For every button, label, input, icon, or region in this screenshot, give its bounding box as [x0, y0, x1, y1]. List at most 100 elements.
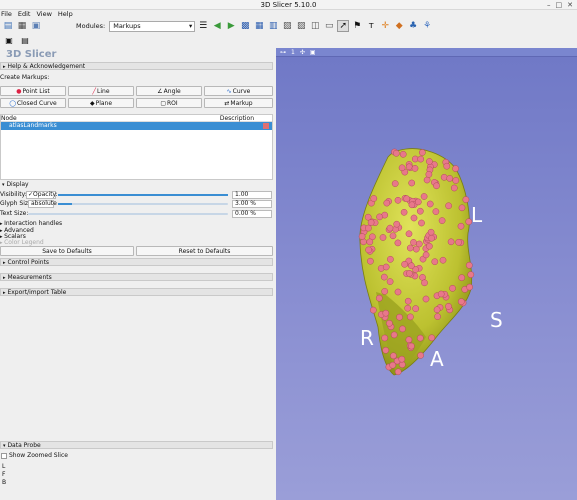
pin-icon[interactable]: ⊶ [280, 48, 286, 56]
landmark-point [452, 177, 460, 184]
landmark-point [398, 355, 406, 363]
landmark-point [458, 204, 466, 212]
save-to-defaults-button[interactable]: Save to Defaults [0, 246, 134, 256]
show-zoomed-checkbox[interactable] [1, 453, 7, 459]
landmark-point [432, 208, 440, 215]
markup-icon: ⇄ [224, 100, 230, 107]
section-export-import[interactable]: ▸ Export/import Table [0, 288, 273, 296]
maximize-button[interactable]: □ [556, 0, 563, 10]
maximize-view-icon[interactable]: ▣ [310, 48, 316, 56]
markups-node-table[interactable]: Node Description atlasLandmarks [0, 114, 273, 180]
landmark-point [416, 207, 424, 215]
line-button[interactable]: ╱Line [68, 86, 134, 96]
section-display-label: Display [6, 181, 29, 188]
landmark-point [450, 184, 458, 192]
landmark-point [457, 298, 465, 305]
section-export-import-label: Export/import Table [7, 289, 67, 296]
section-data-probe-label: Data Probe [7, 442, 41, 449]
plane-label: Plane [95, 100, 113, 107]
landmark-point [408, 262, 415, 270]
forward-arrow-icon[interactable]: ▶ [225, 20, 237, 32]
show-zoomed-label: Show Zoomed Slice [9, 452, 68, 459]
closed-curve-button[interactable]: ◯Closed Curve [0, 98, 66, 108]
landmark-point [390, 331, 398, 339]
opacity-value: 1.00 [235, 191, 249, 198]
load-data-icon[interactable]: ▤ [2, 20, 14, 32]
expand-arrow-icon: ▸ [3, 260, 6, 266]
landmark-point [439, 256, 447, 264]
tag-icon[interactable]: ◆ [393, 20, 405, 32]
landmark-point [408, 342, 415, 350]
landmark-point [382, 309, 390, 317]
3d-model-render[interactable] [276, 57, 577, 500]
glyph-mode-select[interactable]: absolute [28, 200, 57, 208]
scene-view-icon[interactable]: ▤ [19, 35, 31, 47]
landmark-point [386, 278, 394, 285]
transforms-icon[interactable]: ▨ [295, 20, 307, 32]
landmark-point [399, 325, 406, 333]
module-selector[interactable]: Markups ▾ [109, 20, 196, 32]
landmark-point [382, 346, 390, 354]
landmark-point [403, 195, 411, 203]
landmark-point [443, 162, 451, 170]
crosshair-icon[interactable]: ✛ [379, 20, 391, 32]
landmark-point [358, 233, 366, 240]
screenshot-icon[interactable]: ▣ [3, 35, 15, 47]
slicer-logo: 3D Slicer [6, 49, 57, 60]
pointer-icon[interactable]: ➚ [337, 20, 350, 32]
table-row[interactable]: atlasLandmarks [1, 122, 272, 130]
landmark-point [405, 163, 413, 171]
roi-button[interactable]: ▢ROI [136, 98, 202, 108]
python-console-icon[interactable]: ♣ [407, 20, 419, 32]
section-data-probe[interactable]: ▾ Data Probe [0, 441, 273, 449]
landmark-point [387, 255, 394, 263]
node-color-swatch[interactable] [263, 123, 269, 129]
landmark-point [428, 334, 436, 342]
secondary-toolbar: ▣ ▤ [0, 35, 31, 47]
section-help-label: Help & Acknowledgement [7, 63, 86, 70]
markup-label: Markup [230, 100, 253, 107]
angle-button[interactable]: ∠Angle [136, 86, 202, 96]
opacity-checkbox[interactable]: ✓Opacity: [26, 191, 58, 199]
markups-icon[interactable]: ▦ [253, 20, 265, 32]
opacity-spinbox[interactable]: 1.00 [232, 191, 272, 199]
curve-button[interactable]: ∿Curve [204, 86, 273, 96]
opacity-fill [58, 194, 228, 196]
back-arrow-icon[interactable]: ◀ [211, 20, 223, 32]
text-size-spinbox[interactable]: 0.00 % [232, 210, 272, 218]
landmark-point [398, 164, 406, 172]
data-icon[interactable]: ▥ [267, 20, 279, 32]
section-control-points[interactable]: ▸ Control Points [0, 258, 273, 266]
dcm-icon[interactable]: ▦ [16, 20, 28, 32]
landmark-point [431, 258, 439, 266]
point-list-button[interactable]: ●Point List [0, 86, 66, 96]
text-size-slider[interactable] [28, 213, 228, 215]
closed-curve-icon: ◯ [9, 100, 16, 107]
volumes-icon[interactable]: ▧ [281, 20, 293, 32]
minimize-button[interactable]: – [547, 0, 551, 10]
center-view-icon[interactable]: ✣ [300, 48, 305, 56]
reset-to-defaults-button[interactable]: Reset to Defaults [136, 246, 273, 256]
orientation-s: S [490, 308, 503, 332]
section-display[interactable]: ▾ Display [0, 181, 273, 189]
section-measurements[interactable]: ▸ Measurements [0, 273, 273, 281]
glyph-size-spinbox[interactable]: 3.00 % [232, 200, 272, 208]
plane-button[interactable]: ◆Plane [68, 98, 134, 108]
segment-icon[interactable]: ◫ [309, 20, 321, 32]
window-title-bar: 3D Slicer 5.10.0 [0, 0, 577, 10]
layout-icon[interactable]: ▭ [323, 20, 335, 32]
opacity-slider[interactable] [58, 194, 228, 196]
place-fiducial-icon[interactable]: ⚑ [351, 20, 363, 32]
section-help[interactable]: ▸ Help & Acknowledgement [0, 62, 273, 70]
glyph-size-value: 3.00 % [235, 200, 256, 207]
extensions-icon[interactable]: ▩ [239, 20, 251, 32]
markup-button[interactable]: ⇄Markup [204, 98, 273, 108]
landmark-point [394, 368, 402, 376]
python-icon[interactable]: ⚘ [421, 20, 433, 32]
save-icon[interactable]: ▣ [30, 20, 42, 32]
landmark-point [401, 260, 408, 268]
crosshair-t-icon[interactable]: ᴛ [365, 20, 377, 32]
close-button[interactable]: ✕ [567, 0, 573, 10]
module-list-icon[interactable]: ☰ [197, 20, 209, 32]
glyph-size-slider[interactable] [58, 203, 228, 205]
